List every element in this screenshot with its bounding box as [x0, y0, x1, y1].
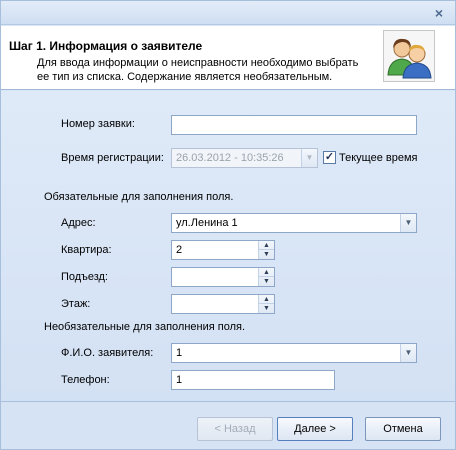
entrance-spin[interactable]: ▲ ▼: [258, 268, 274, 286]
address-select[interactable]: ул.Ленина 1 ▼: [171, 213, 417, 233]
cancel-button[interactable]: Отмена: [365, 417, 441, 441]
reg-time-label: Время регистрации:: [61, 152, 164, 164]
apartment-stepper[interactable]: 2 ▲ ▼: [171, 240, 275, 260]
optional-section-heading: Необязательные для заполнения поля.: [44, 321, 246, 333]
phone-label: Телефон:: [61, 374, 110, 386]
apartment-spin[interactable]: ▲ ▼: [258, 241, 274, 259]
back-button[interactable]: < Назад: [197, 417, 273, 441]
request-number-field[interactable]: [171, 115, 417, 135]
spin-up-icon[interactable]: ▲: [259, 295, 274, 304]
chevron-down-icon[interactable]: ▼: [400, 344, 416, 362]
spin-up-icon[interactable]: ▲: [259, 241, 274, 250]
chevron-down-icon: ▼: [301, 149, 317, 167]
entrance-label: Подъезд:: [61, 271, 108, 283]
users-icon: [383, 30, 435, 82]
spin-down-icon[interactable]: ▼: [259, 250, 274, 259]
applicant-select[interactable]: 1 ▼: [171, 343, 417, 363]
reg-time-value: 26.03.2012 - 10:35:26: [176, 152, 284, 164]
floor-spin[interactable]: ▲ ▼: [258, 295, 274, 313]
request-number-label: Номер заявки:: [61, 118, 135, 130]
address-label: Адрес:: [61, 217, 96, 229]
step-description-line2: ее тип из списка. Содержание является не…: [37, 71, 333, 83]
wizard-footer: < Назад Далее > Отмена: [1, 401, 455, 449]
spin-up-icon[interactable]: ▲: [259, 268, 274, 277]
apartment-label: Квартира:: [61, 244, 112, 256]
chevron-down-icon[interactable]: ▼: [400, 214, 416, 232]
phone-field[interactable]: 1: [171, 370, 335, 390]
wizard-header: Шаг 1. Информация о заявителе Для ввода …: [1, 26, 455, 90]
current-time-checkbox[interactable]: ✓: [323, 151, 336, 164]
next-button[interactable]: Далее >: [277, 417, 353, 441]
spin-down-icon[interactable]: ▼: [259, 304, 274, 313]
step-description-line1: Для ввода информации о неисправности нео…: [37, 57, 359, 69]
entrance-stepper[interactable]: ▲ ▼: [171, 267, 275, 287]
floor-stepper[interactable]: ▲ ▼: [171, 294, 275, 314]
applicant-value: 1: [176, 347, 183, 359]
address-value: ул.Ленина 1: [176, 217, 238, 229]
close-icon[interactable]: ×: [431, 5, 447, 21]
current-time-label: Текущее время: [339, 152, 418, 164]
wizard-window: × Шаг 1. Информация о заявителе Для ввод…: [0, 0, 456, 450]
floor-label: Этаж:: [61, 298, 91, 310]
applicant-label: Ф.И.О. заявителя:: [61, 347, 154, 359]
title-bar: ×: [1, 1, 455, 25]
reg-time-picker: 26.03.2012 - 10:35:26 ▼: [171, 148, 318, 168]
form-area: Номер заявки: Время регистрации: 26.03.2…: [1, 91, 455, 401]
apartment-value: 2: [176, 244, 183, 256]
step-title: Шаг 1. Информация о заявителе: [9, 39, 203, 53]
step-description: Для ввода информации о неисправности нео…: [37, 56, 377, 84]
spin-down-icon[interactable]: ▼: [259, 277, 274, 286]
required-section-heading: Обязательные для заполнения поля.: [44, 191, 234, 203]
